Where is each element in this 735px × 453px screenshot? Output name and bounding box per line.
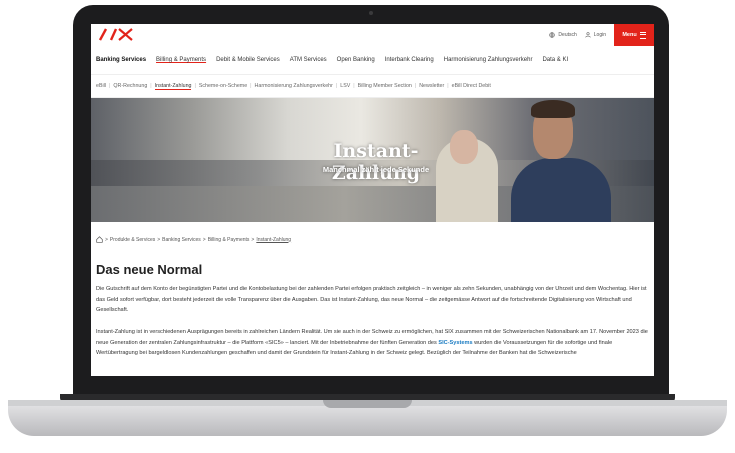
nav-atm-services[interactable]: ATM Services — [290, 57, 327, 63]
breadcrumb-item[interactable]: Banking Services — [162, 237, 201, 243]
login-link[interactable]: Login — [585, 32, 606, 38]
home-icon[interactable] — [96, 236, 103, 243]
nav-open-banking[interactable]: Open Banking — [337, 57, 375, 63]
globe-icon — [549, 32, 556, 38]
man-figure — [511, 158, 611, 222]
article-heading: Das neue Normal — [96, 262, 203, 277]
menu-button[interactable]: Menu — [614, 24, 654, 46]
divider: | — [414, 83, 417, 89]
top-bar-actions: Deutsch Login Menu — [549, 24, 654, 46]
hero-title: Instant-Zahlung — [331, 140, 421, 184]
subnav-qr-rechnung[interactable]: QR-Rechnung — [113, 83, 147, 89]
subnav-ebill[interactable]: eBill — [96, 83, 106, 89]
divider: | — [353, 83, 355, 89]
subnav-lsv[interactable]: LSV — [340, 83, 350, 89]
hero-subtitle: Manchmal zählt jede Sekunde — [322, 165, 430, 174]
nav-debit-mobile[interactable]: Debit & Mobile Services — [216, 57, 280, 63]
divider: | — [250, 83, 252, 89]
subnav-instant-zahlung[interactable]: Instant-Zahlung — [154, 83, 192, 90]
breadcrumb-item[interactable]: Produkte & Services — [110, 237, 155, 243]
menu-label: Menu — [622, 32, 637, 38]
nav-data-ki[interactable]: Data & KI — [542, 57, 568, 63]
main-navigation: Banking Services Billing & Payments Debi… — [91, 46, 654, 75]
subnav-billing-member[interactable]: Billing Member Section — [358, 83, 412, 89]
article-paragraph-1: Die Gutschrift auf dem Konto der begünst… — [96, 286, 647, 313]
hero-banner: Instant-Zahlung Manchmal zählt jede Seku… — [91, 98, 654, 222]
subnav-ebill-direct-debit[interactable]: eBill Direct Debit — [452, 83, 491, 89]
breadcrumb-separator: > — [202, 236, 206, 243]
divider: | — [335, 83, 338, 89]
base-notch — [323, 400, 412, 408]
divider: | — [447, 83, 449, 89]
nav-harmonisierung[interactable]: Harmonisierung Zahlungsverkehr — [444, 57, 533, 63]
six-logo[interactable] — [99, 27, 135, 41]
breadcrumb-separator: > — [105, 236, 108, 243]
subnav-newsletter[interactable]: Newsletter — [419, 83, 444, 89]
language-label: Deutsch — [558, 32, 577, 38]
user-icon — [585, 32, 591, 38]
divider: | — [109, 83, 111, 89]
hamburger-icon — [639, 31, 646, 39]
webcam — [369, 11, 373, 15]
sub-navigation: eBill | QR-Rechnung | Instant-Zahlung | Sch… — [91, 75, 654, 98]
nav-banking-services[interactable]: Banking Services — [96, 57, 146, 63]
sic-systems-link[interactable]: SIC-Systems — [438, 340, 472, 346]
man-hair — [531, 100, 575, 118]
browser-screen: Deutsch Login Menu Banking Services Bill… — [91, 24, 654, 376]
laptop-base — [8, 400, 727, 436]
language-selector[interactable]: Deutsch — [549, 32, 577, 38]
nav-billing-payments[interactable]: Billing & Payments — [156, 57, 206, 63]
article-paragraph-2: Instant-Zahlung ist in verschiedenen Aus… — [96, 327, 648, 359]
breadcrumb-separator: > — [251, 236, 255, 243]
divider: | — [150, 83, 152, 89]
nav-interbank-clearing[interactable]: Interbank Clearing — [385, 57, 434, 63]
subnav-harmonisierung[interactable]: Harmonisierung Zahlungsverkehr — [255, 83, 333, 89]
breadcrumb: > Produkte & Services > Banking Services… — [96, 236, 291, 243]
subnav-scheme-on-scheme[interactable]: Scheme-on-Scheme — [199, 83, 247, 89]
divider: | — [194, 83, 196, 89]
login-label: Login — [593, 32, 606, 38]
breadcrumb-current: Instant-Zahlung — [256, 236, 292, 243]
top-bar: Deutsch Login Menu — [91, 24, 654, 46]
breadcrumb-separator: > — [157, 236, 161, 243]
breadcrumb-item[interactable]: Billing & Payments — [208, 237, 250, 243]
